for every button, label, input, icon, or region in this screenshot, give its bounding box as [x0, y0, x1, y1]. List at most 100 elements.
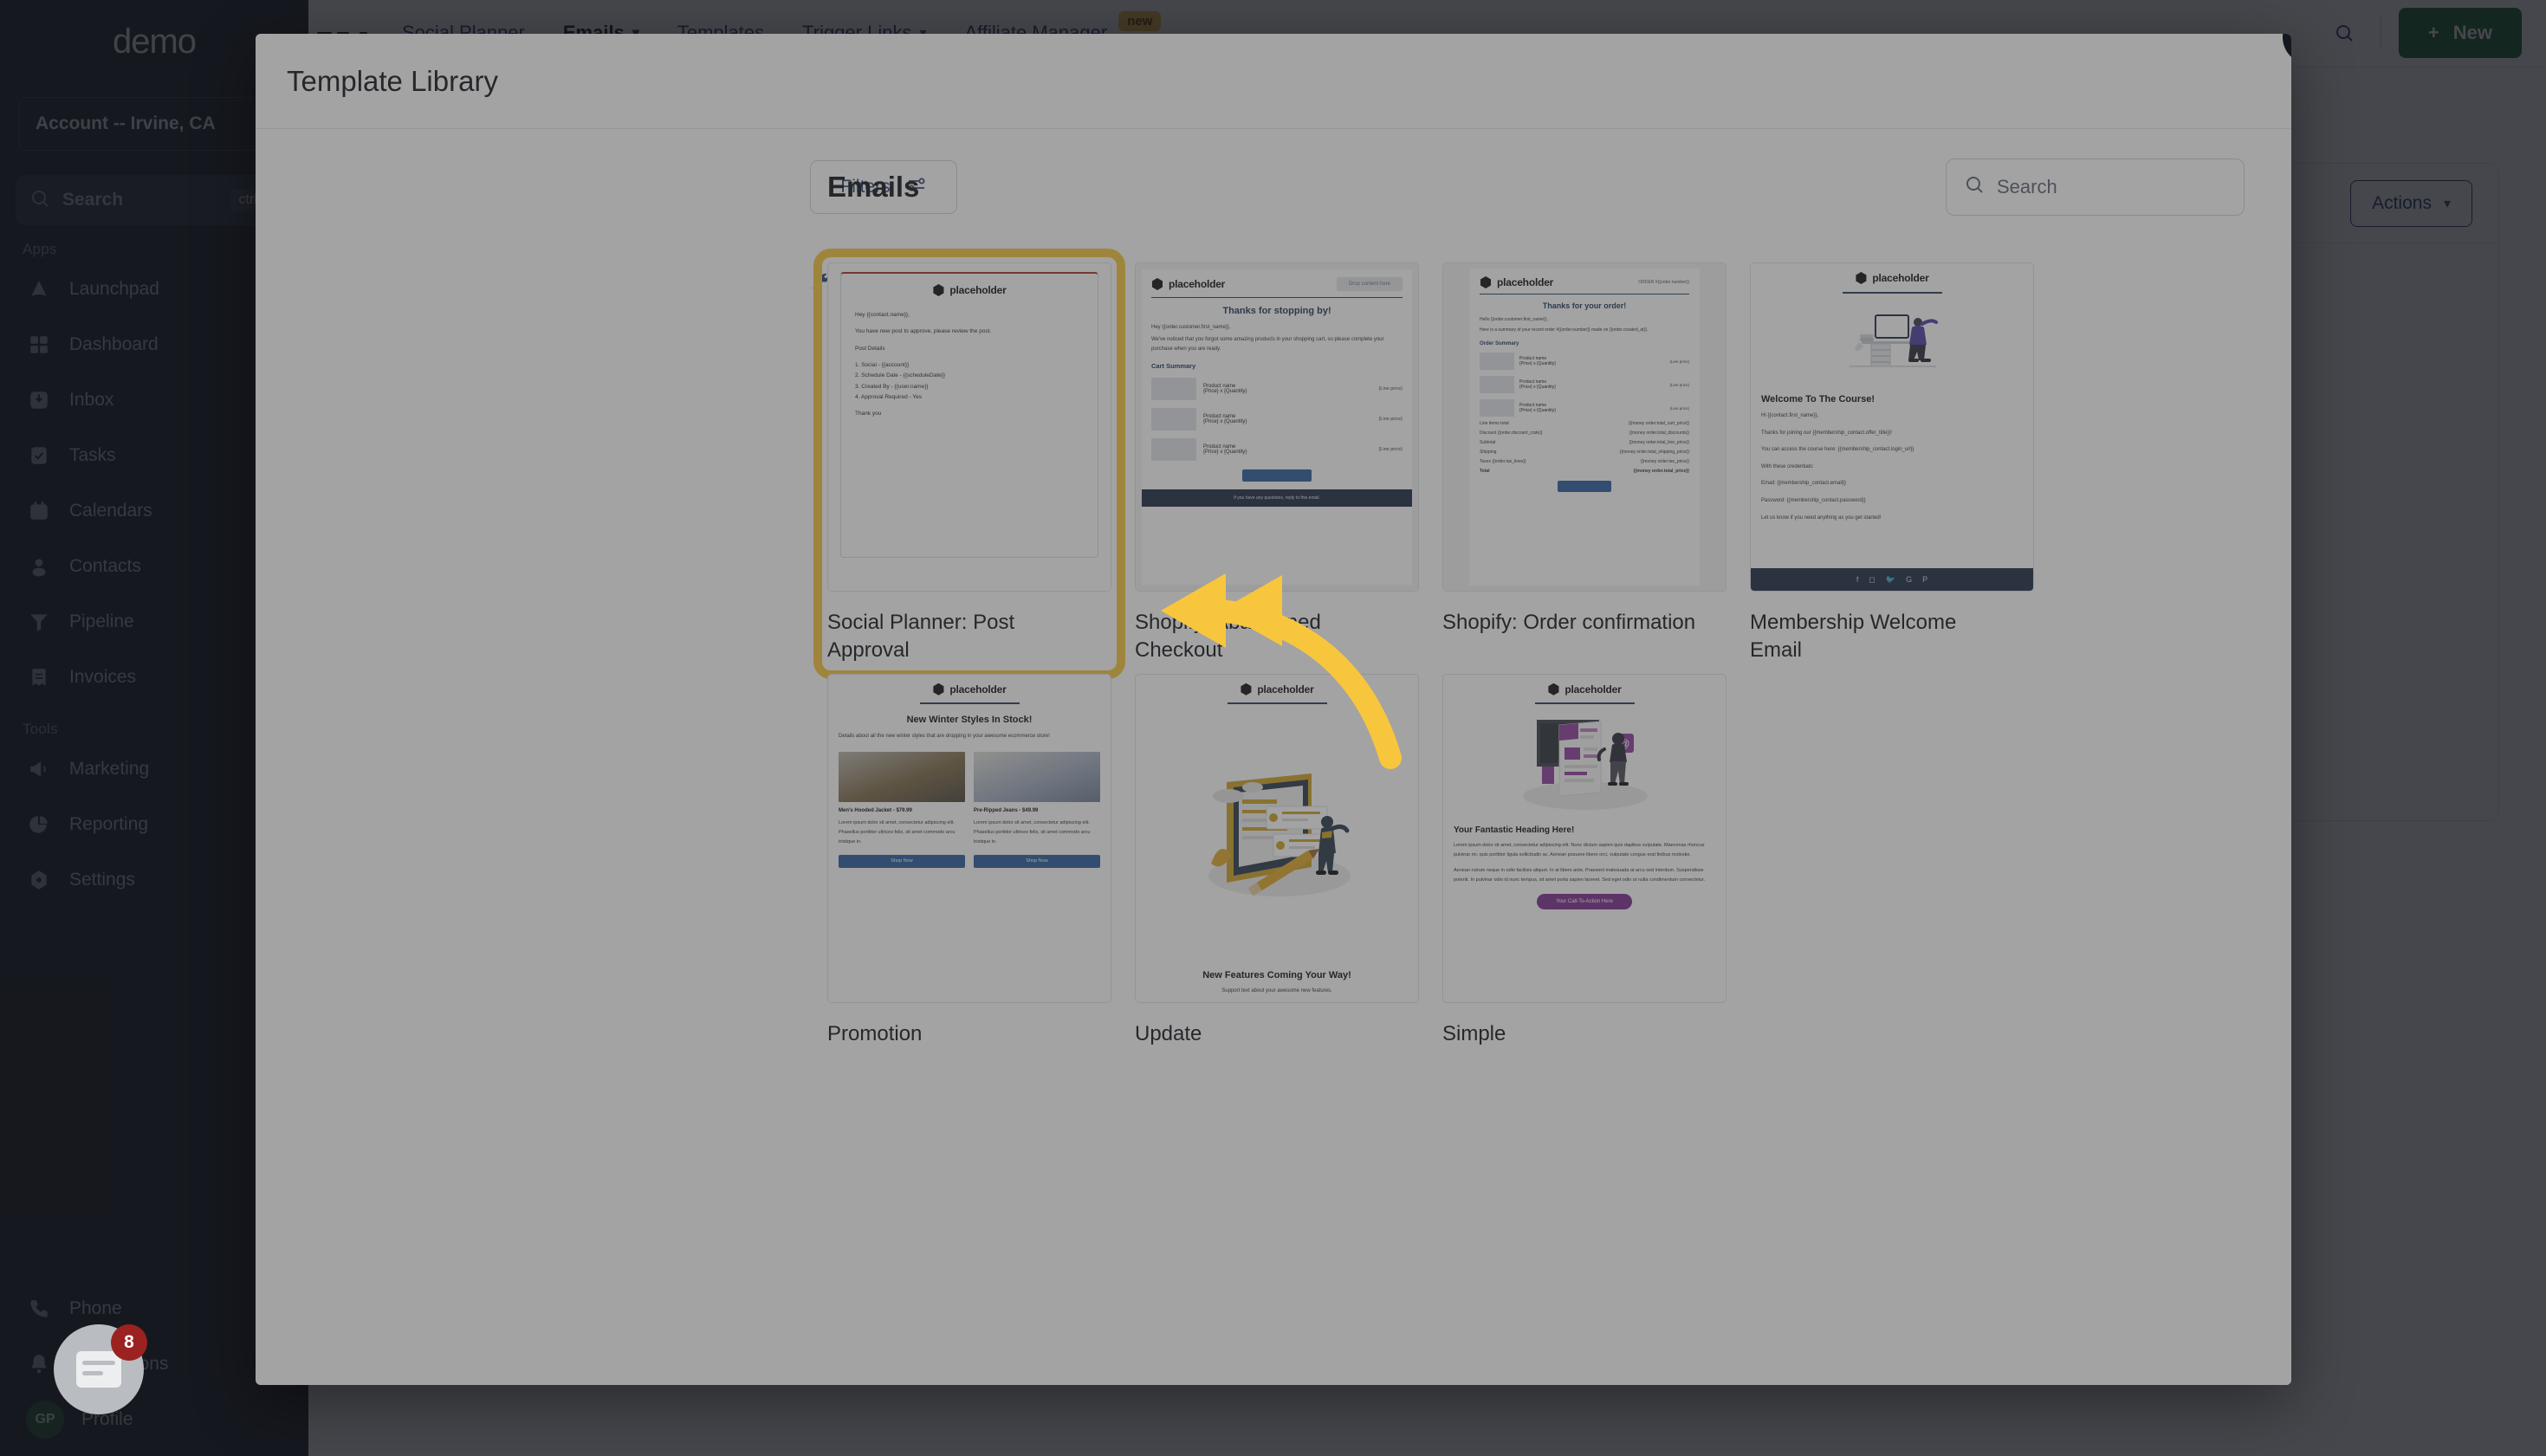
- product-meta: {Price} x {Quantity}: [1203, 389, 1247, 395]
- total-label: Shipping: [1480, 450, 1497, 455]
- preview-detail-line: 1. Social - {{account}}: [855, 362, 910, 369]
- preview-total-row: Total {{money order.total_price}}: [1480, 469, 1689, 474]
- total-value: {{money order.total_line_price}}: [1629, 440, 1690, 445]
- total-label: Line items total: [1480, 421, 1509, 426]
- product-photo: [839, 751, 965, 802]
- product-price: {Line price}: [1378, 386, 1403, 392]
- placeholder-logo-text: placeholder: [1872, 272, 1929, 284]
- product-price: {Line price}: [1669, 382, 1689, 387]
- preview-subtext: Support text about your awesome new feat…: [1221, 987, 1332, 993]
- preview-total-row: Discount {{order.discount_code}} {{money …: [1480, 430, 1689, 436]
- template-thumbnail: placeholder: [1135, 673, 1419, 1003]
- product-meta: {Price} x {Quantity}: [1519, 408, 1556, 413]
- preview-product-column: Men's Hooded Jacket - $79.99 Lorem ipsum…: [839, 751, 965, 868]
- total-label: Subtotal: [1480, 440, 1496, 445]
- template-card-update[interactable]: placeholder New Features Coming Your Way…: [1135, 673, 1419, 1048]
- preview-summary-heading: Cart Summary: [1151, 362, 1196, 371]
- chat-widget[interactable]: 8: [54, 1324, 147, 1414]
- preview-detail-line: 4. Approval Required - Yes: [855, 394, 922, 401]
- preview-line: Password: {{membership_contact.password}…: [1761, 497, 1866, 503]
- preview-body: We've noticed that you forgot some amazi…: [1151, 336, 1384, 352]
- preview-product-column: Pre-Ripped Jeans - $49.99 Lorem ipsum do…: [974, 751, 1100, 868]
- preview-signoff: Thank you: [855, 411, 882, 417]
- total-value: {{money order.total_cart_price}}: [1628, 421, 1689, 426]
- preview-greeting: Hello {{order.customer.first_name}},: [1480, 317, 1548, 322]
- illustration-desk-icon: [1761, 302, 2023, 385]
- template-search-placeholder: Search: [1997, 176, 2057, 197]
- template-card-promotion[interactable]: placeholder New Winter Styles In Stock! …: [827, 673, 1111, 1048]
- product-description: Lorem ipsum dolor sit amet, consectetur …: [974, 819, 1091, 844]
- preview-footer: If you have any questions, reply to this…: [1142, 489, 1412, 508]
- preview-heading: Thanks for stopping by!: [1222, 306, 1331, 316]
- modal-body: Filters System templates: [256, 129, 2291, 1385]
- template-card-social-planner-post-approval[interactable]: placeholder Hey {{contact.name}}, You ha…: [813, 249, 1125, 691]
- preview-total-row: Taxes {{order.tax_lines}} {{money order.t…: [1480, 459, 1689, 464]
- preview-total-row: Line items total {{money order.total_cart…: [1480, 421, 1689, 426]
- template-card-shopify-abandoned-checkout[interactable]: placeholder Drop content here Thanks for…: [1135, 262, 1419, 665]
- template-search-input[interactable]: Search: [1946, 159, 2245, 216]
- product-photo: [974, 751, 1100, 802]
- template-thumbnail: placeholder Hey {{contact.name}}, You ha…: [827, 262, 1111, 592]
- product-price: {Line price}: [1378, 447, 1403, 453]
- preview-paragraph: Aenean rutrum neque in odio facilisis al…: [1454, 867, 1706, 883]
- template-card-membership-welcome-email[interactable]: placeholder Welcome To The Course! Hi {{…: [1750, 262, 2034, 665]
- preview-line: Hi {{contact.first_name}},: [1761, 413, 1819, 418]
- illustration-document-icon: @: [1454, 709, 1715, 813]
- search-icon: [1964, 174, 1985, 200]
- preview-summary-heading: Order Summary: [1480, 341, 1519, 346]
- template-card-simple[interactable]: placeholder @ Your Fantastic Heading Her…: [1442, 673, 1726, 1048]
- total-label: Taxes {{order.tax_lines}}: [1480, 459, 1526, 464]
- google-plus-icon: G: [1906, 575, 1913, 584]
- template-card-title: Shopify: Abandoned Checkout: [1135, 611, 1321, 663]
- placeholder-logo-text: placeholder: [1565, 683, 1622, 696]
- total-value: {{money order.tax_price}}: [1640, 459, 1689, 464]
- total-label: Total: [1480, 469, 1490, 474]
- preview-cta-button: Your Call-To-Action Here: [1537, 893, 1632, 909]
- section-title: Emails: [827, 171, 920, 203]
- modal-left-rail: Filters System templates: [256, 129, 957, 1385]
- preview-details-heading: Post Details: [855, 345, 885, 352]
- product-description: Lorem ipsum dolor sit amet, consectetur …: [839, 819, 956, 844]
- preview-detail-line: 2. Schedule Date - {{scheduleDate}}: [855, 372, 946, 379]
- placeholder-logo-text: placeholder: [949, 683, 1007, 696]
- product-meta: {Price} x {Quantity}: [1203, 419, 1247, 425]
- preview-heading: Your Fantastic Heading Here!: [1454, 825, 1575, 835]
- preview-line-item: Product name {Price} x {Quantity} {Line …: [1151, 378, 1403, 401]
- modal-main: Emails Search placeholder Hey {{contact.…: [813, 129, 2291, 1385]
- template-card-title: Simple: [1442, 1021, 1506, 1045]
- template-grid: placeholder Hey {{contact.name}}, You ha…: [813, 249, 2245, 1048]
- template-card-title: Social Planner: Post Approval: [827, 611, 1015, 663]
- product-image-placeholder: [1151, 438, 1196, 462]
- preview-cta-button: [1558, 481, 1611, 492]
- preview-line: Let us know if you need anything as you …: [1761, 514, 1882, 521]
- product-meta: {Price} x {Quantity}: [1203, 450, 1247, 456]
- placeholder-logo-text: placeholder: [1257, 683, 1314, 696]
- product-image-placeholder: [1480, 353, 1514, 370]
- preview-line: Thanks for joining our {{membership_cont…: [1761, 430, 1892, 436]
- template-thumbnail: placeholder: [1750, 262, 2034, 592]
- preview-intro: You have new post to approve, please rev…: [855, 328, 992, 335]
- preview-body: Here is a summary of your recent order #…: [1480, 327, 1649, 333]
- product-price: {Line price}: [1669, 359, 1689, 364]
- illustration-tablet-icon: [1146, 704, 1408, 967]
- preview-heading: Thanks for your order!: [1542, 301, 1627, 310]
- shop-now-button: Shop Now: [974, 854, 1100, 868]
- system-templates-link[interactable]: System templates: [810, 262, 928, 307]
- template-thumbnail: placeholder: [1442, 673, 1726, 1003]
- preview-drop-zone: Drop content here: [1336, 277, 1403, 291]
- preview-line-item: Product name {Price} x {Quantity} {Line …: [1480, 399, 1689, 417]
- total-label: Discount {{order.discount_code}}: [1480, 430, 1543, 436]
- preview-order-number: ORDER #{{order.number}}: [1638, 280, 1689, 285]
- preview-greeting: Hey {{contact.name}},: [855, 312, 910, 318]
- template-card-title: Membership Welcome Email: [1750, 611, 1957, 663]
- template-card-title: Update: [1135, 1021, 1202, 1045]
- template-card-shopify-order-confirmation[interactable]: placeholder ORDER #{{order.number}} Than…: [1442, 262, 1726, 665]
- preview-social-footer: f ◻ 🐦 G P: [1751, 568, 2033, 591]
- product-image-placeholder: [1151, 378, 1196, 401]
- template-card-title: Promotion: [827, 1021, 923, 1045]
- preview-total-row: Shipping {{money order.total_shipping_pri…: [1480, 450, 1689, 455]
- chat-bubble-icon: [76, 1351, 121, 1388]
- total-value: {{money order.total_price}}: [1633, 469, 1689, 474]
- product-title: Pre-Ripped Jeans - $49.99: [974, 807, 1039, 813]
- total-value: {{money order.total_shipping_price}}: [1619, 450, 1689, 455]
